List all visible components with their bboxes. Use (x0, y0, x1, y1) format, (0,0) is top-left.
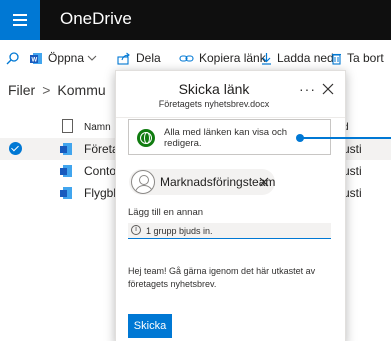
delete-button[interactable]: Ta bort (331, 46, 384, 70)
app-launcher-button[interactable] (0, 0, 40, 40)
group-avatar-icon (131, 170, 155, 194)
link-icon (179, 54, 194, 62)
message-field[interactable]: Hej team! Gå gärna igenom det här utkast… (128, 265, 328, 291)
invite-info-text: 1 grupp bjuds in. (146, 226, 213, 236)
callout-dot (296, 134, 304, 142)
download-label: Ladda ned (277, 51, 334, 65)
download-icon (262, 52, 271, 65)
share-label: Dela (136, 51, 161, 65)
word-icon: W (30, 52, 42, 64)
recipient-chip: Marknadsföringsteam (129, 169, 275, 195)
close-icon[interactable] (322, 83, 334, 95)
search-icon (6, 51, 19, 64)
trash-icon (332, 53, 341, 65)
dialog-subtitle: Företagets nyhetsbrev.docx (158, 99, 270, 109)
open-label: Öppna (48, 51, 85, 65)
breadcrumb-current[interactable]: Kommu (57, 82, 105, 98)
chevron-down-icon (87, 55, 97, 61)
app-title: OneDrive (60, 9, 132, 28)
command-bar: W Öppna Dela Kopiera länk Ladda ned Ta b… (0, 46, 391, 70)
open-button[interactable]: W Öppna (30, 46, 102, 70)
checkmark-icon[interactable] (9, 142, 22, 155)
svg-text:W: W (32, 57, 38, 63)
menu-icon (13, 14, 27, 26)
app-bar: OneDrive (0, 0, 391, 40)
copy-link-label: Kopiera länk (199, 51, 266, 65)
share-icon (117, 52, 130, 65)
share-button[interactable]: Dela (117, 46, 161, 70)
download-button[interactable]: Ladda ned (261, 46, 334, 70)
info-icon: i (131, 225, 141, 235)
word-file-icon (60, 187, 72, 199)
file-type-icon (62, 119, 73, 133)
more-options-button[interactable]: ··· (299, 81, 316, 97)
search-button[interactable] (6, 46, 24, 70)
copy-link-button[interactable]: Kopiera länk (179, 46, 266, 70)
permission-text: Alla med länken kan visa och redigera. (164, 127, 288, 149)
remove-recipient-icon[interactable] (259, 177, 269, 187)
dialog-title: Skicka länk (178, 81, 250, 97)
delete-label: Ta bort (347, 51, 384, 65)
breadcrumb-separator: > (42, 82, 51, 98)
callout-line (301, 137, 391, 139)
word-file-icon (60, 165, 72, 177)
invite-info-bar: i 1 grupp bjuds in. (128, 223, 331, 239)
send-button[interactable]: Skicka (128, 314, 172, 338)
globe-icon (137, 129, 155, 147)
send-link-dialog: Skicka länk Företagets nyhetsbrev.docx ·… (115, 70, 346, 341)
column-header-name[interactable]: Namn (84, 122, 111, 133)
word-file-icon (60, 143, 72, 155)
breadcrumb: Filer > Kommu (8, 82, 106, 98)
dialog-divider (116, 117, 345, 118)
breadcrumb-root[interactable]: Filer (8, 82, 35, 98)
add-recipient-input[interactable]: Lägg till en annan (128, 207, 331, 223)
